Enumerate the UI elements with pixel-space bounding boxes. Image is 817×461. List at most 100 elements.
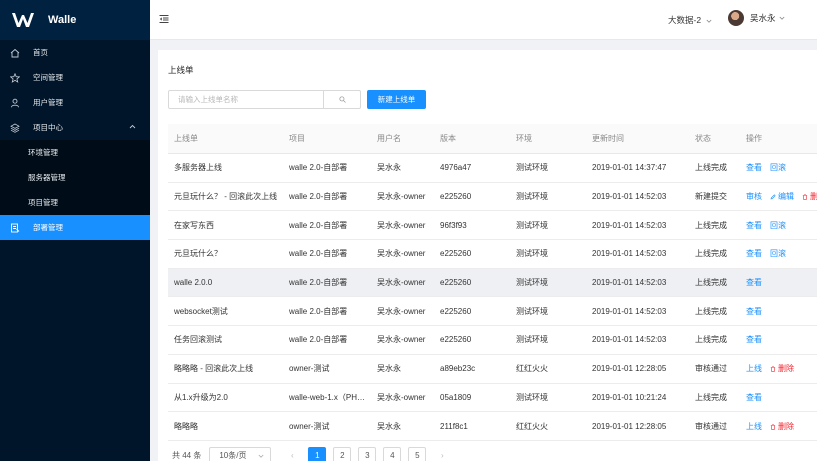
sidebar-item-label: 首页 <box>33 48 48 57</box>
search-box <box>168 90 361 109</box>
cell-project: walle 2.0-自部署 <box>289 220 348 230</box>
action-link[interactable]: 回滚 <box>770 163 786 172</box>
page-size-value: 10条/页 <box>219 451 247 460</box>
sidebar-item-space[interactable]: 空间管理 <box>0 65 150 90</box>
app-name: Walle <box>48 14 77 26</box>
menu-fold-icon[interactable] <box>159 14 169 24</box>
action-link[interactable]: 查看 <box>746 335 762 344</box>
action-link[interactable]: 回滚 <box>770 249 786 258</box>
action-link[interactable]: 查看 <box>746 393 762 402</box>
page-number-button[interactable]: 3 <box>358 447 377 461</box>
sidebar-item-project-center[interactable]: 项目中心 <box>0 115 150 140</box>
search-button[interactable] <box>323 91 360 108</box>
deploy-icon <box>9 222 21 234</box>
action-label: 回滚 <box>770 249 786 259</box>
layers-icon <box>9 122 21 134</box>
cell-user: 吴水永-owner <box>377 335 426 345</box>
cell-version: a89eb23c <box>440 364 476 374</box>
page-number-button[interactable]: 1 <box>308 447 327 461</box>
action-link[interactable]: 查看 <box>746 163 762 172</box>
action-label: 查看 <box>746 220 762 230</box>
table-row: 任务回滚测试 walle 2.0-自部署 吴水永-owner e225260 测试环境 2… <box>168 326 817 355</box>
column-header: 环境 <box>516 134 532 143</box>
next-page-button[interactable]: › <box>433 447 452 461</box>
sidebar-subitem-label: 项目管理 <box>28 198 58 207</box>
sidebar-subitem-servers[interactable]: 服务器管理 <box>0 165 150 190</box>
cell-time: 2019-01-01 14:52:03 <box>592 220 667 230</box>
action-link[interactable]: 查看 <box>746 278 762 287</box>
page-size-select[interactable]: 10条/页 <box>209 447 272 461</box>
cell-project: owner-测试 <box>289 421 330 431</box>
action-label: 查看 <box>746 306 762 316</box>
action-link[interactable]: 删除 <box>802 192 817 201</box>
action-link[interactable]: 上线 <box>746 364 762 373</box>
action-link[interactable]: 审核 <box>746 192 762 201</box>
action-label: 上线 <box>746 364 762 374</box>
cell-version: e225260 <box>440 192 472 202</box>
sidebar-item-users[interactable]: 用户管理 <box>0 90 150 115</box>
action-link[interactable]: 删除 <box>770 364 794 373</box>
cell-actions: 查看 <box>746 306 817 317</box>
action-label: 编辑 <box>778 192 794 202</box>
sidebar-item-label: 空间管理 <box>33 73 63 82</box>
table-row: 元旦玩什么？ walle 2.0-自部署 吴水永-owner e225260 测试环境 2… <box>168 240 817 269</box>
cell-name: 多服务器上线 <box>174 163 222 173</box>
action-link[interactable]: 删除 <box>770 422 794 431</box>
action-link[interactable]: 上线 <box>746 422 762 431</box>
action-link[interactable]: 查看 <box>746 249 762 258</box>
sidebar-item-deploy[interactable]: 部署管理 <box>0 215 150 240</box>
action-label: 查看 <box>746 278 762 288</box>
cell-name: 元旦玩什么？ - 回滚此次上线 <box>174 192 278 202</box>
cell-status: 审核通过 <box>695 421 727 431</box>
deploy-table: 上线单 项目 用户名 版本 环境 更新时间 状态 操作 多服务器上线 walle … <box>168 124 817 441</box>
new-deploy-button[interactable]: 新建上线单 <box>367 90 426 109</box>
delete-icon <box>802 194 808 200</box>
action-label: 上线 <box>746 421 762 431</box>
cell-project: walle-web-1.x（PH… <box>289 392 366 402</box>
cell-project: walle 2.0-自部署 <box>289 163 348 173</box>
cell-env: 测试环境 <box>516 163 548 173</box>
sidebar-item-label: 项目中心 <box>33 123 63 132</box>
table-header: 上线单 项目 用户名 版本 环境 更新时间 状态 操作 <box>168 124 817 154</box>
app-logo[interactable]: Walle <box>0 0 150 40</box>
cell-status: 上线完成 <box>695 278 727 288</box>
cell-status: 审核通过 <box>695 364 727 374</box>
cell-user: 吴水永 <box>377 364 401 374</box>
page-number-button[interactable]: 5 <box>408 447 427 461</box>
table-row: 在家写东西 walle 2.0-自部署 吴水永-owner 96f3f93 测试环境 20… <box>168 211 817 241</box>
environment-dropdown[interactable]: 大数据-2 <box>668 14 712 26</box>
sidebar-subitem-environments[interactable]: 环境管理 <box>0 140 150 165</box>
action-link[interactable]: 查看 <box>746 221 762 230</box>
cell-version: e225260 <box>440 249 472 259</box>
top-header: 大数据-2 吴水永 <box>150 0 817 40</box>
chevron-up-icon <box>129 124 136 129</box>
sidebar: Walle 首页 空间管理 用户管理 项目中心 环境管理 服务器管理 项目管理 … <box>0 0 150 461</box>
action-link[interactable]: 编辑 <box>770 192 794 201</box>
cell-project: walle 2.0-自部署 <box>289 192 348 202</box>
cell-name: walle 2.0.0 <box>174 278 213 288</box>
cell-env: 测试环境 <box>516 392 548 402</box>
cell-name: 略略略 - 回滚此次上线 <box>174 364 254 374</box>
action-label: 删除 <box>778 421 794 431</box>
sidebar-subitem-label: 环境管理 <box>28 148 58 157</box>
cell-actions: 查看 <box>746 277 817 288</box>
table-row: 略略略 - 回滚此次上线 owner-测试 吴水永 a89eb23c 红红火火 2019-… <box>168 355 817 384</box>
prev-page-button[interactable]: ‹ <box>283 447 302 461</box>
cell-user: 吴水永-owner <box>377 192 426 202</box>
search-input[interactable] <box>169 91 323 108</box>
cell-actions: 查看 回滚 <box>746 162 817 173</box>
cell-actions: 审核 编辑 删除 <box>746 191 817 202</box>
cell-status: 上线完成 <box>695 249 727 259</box>
user-menu[interactable]: 吴水永 <box>728 10 785 26</box>
action-link[interactable]: 回滚 <box>770 221 786 230</box>
delete-icon <box>770 423 776 430</box>
table-row: walle 2.0.0 walle 2.0-自部署 吴水永-owner e225260… <box>168 268 817 298</box>
sidebar-item-home[interactable]: 首页 <box>0 40 150 65</box>
action-link[interactable]: 查看 <box>746 307 762 316</box>
sidebar-subitem-projects[interactable]: 项目管理 <box>0 190 150 215</box>
page-number-button[interactable]: 2 <box>333 447 352 461</box>
cell-user: 吴水永 <box>377 421 401 431</box>
page-number-button[interactable]: 4 <box>383 447 402 461</box>
column-header: 操作 <box>746 134 762 143</box>
cell-time: 2019-01-01 14:52:03 <box>592 278 667 288</box>
